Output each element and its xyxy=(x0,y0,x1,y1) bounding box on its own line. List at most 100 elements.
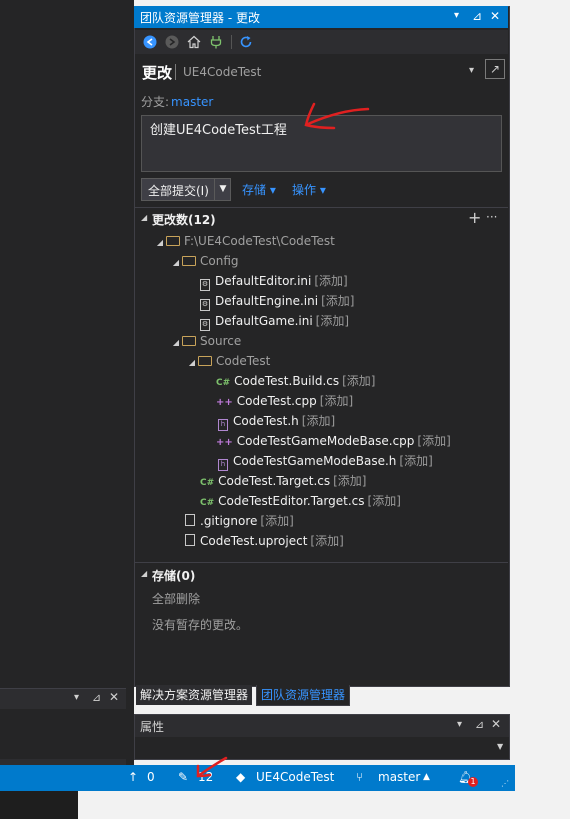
no-stash-message: 没有暂存的更改。 xyxy=(152,618,249,632)
folder-label: Source xyxy=(200,334,242,348)
file-status: [添加] xyxy=(301,414,336,428)
editor-bottom-strip xyxy=(0,791,78,819)
commit-message-text: 创建UE4CodeTest工程 xyxy=(150,123,287,138)
tab-solution-explorer[interactable]: 解决方案资源管理器 xyxy=(136,685,253,705)
push-icon[interactable]: ↑ xyxy=(128,770,138,784)
delete-all-stash-link[interactable]: 全部删除 xyxy=(152,590,200,607)
tool-window-tabs: 解决方案资源管理器 团队资源管理器 xyxy=(134,685,508,707)
more-icon[interactable]: ··· xyxy=(486,210,497,224)
home-icon[interactable] xyxy=(187,35,201,49)
annotation-arrow-icon xyxy=(196,756,228,778)
file-name: .gitignore xyxy=(200,514,258,528)
chevron-down-icon[interactable]: ▼ xyxy=(214,179,231,200)
file-name: DefaultEditor.ini xyxy=(215,274,312,288)
resize-grip-icon[interactable]: ⋰ xyxy=(501,779,509,788)
tree-file[interactable]: ⚙ DefaultEngine.ini [添加] xyxy=(198,291,354,311)
pin-icon[interactable]: ⊿ xyxy=(472,9,482,23)
left-editor-pane xyxy=(0,0,134,765)
expand-arrow-icon[interactable]: ◢ xyxy=(170,253,182,273)
chevron-down-icon[interactable]: ▼ xyxy=(497,742,503,751)
changes-header[interactable]: 更改数(12) xyxy=(152,211,216,228)
pin-icon[interactable]: ⊿ xyxy=(475,718,484,731)
tree-folder-source[interactable]: ◢ Source xyxy=(170,331,241,351)
back-arrow-icon[interactable] xyxy=(143,35,157,49)
tree-folder-codetest[interactable]: ◢ CodeTest xyxy=(186,351,270,371)
branch-icon[interactable]: ⑂ xyxy=(356,770,363,784)
left-tool-panel: ▾ ⊿ ✕ xyxy=(0,688,126,766)
tab-team-explorer[interactable]: 团队资源管理器 xyxy=(256,685,351,706)
collapse-arrow-icon[interactable]: ◢ xyxy=(141,213,147,222)
stash-header[interactable]: 存储(0) xyxy=(152,567,195,584)
tree-file[interactable]: ++ CodeTestGameModeBase.cpp [添加] xyxy=(216,431,451,451)
expand-arrow-icon[interactable]: ◢ xyxy=(186,353,198,373)
plus-icon[interactable]: + xyxy=(468,208,481,227)
status-repo-name[interactable]: UE4CodeTest xyxy=(256,770,334,784)
tree-file[interactable]: C# CodeTest.Target.cs [添加] xyxy=(200,471,367,491)
config-file-icon: ⚙ xyxy=(200,299,210,311)
branch-row: 分支: master xyxy=(141,93,213,110)
toolbar-separator xyxy=(231,35,232,49)
properties-title: 属性 xyxy=(140,720,165,734)
file-status: [添加] xyxy=(342,374,376,388)
folder-label: F:\UE4CodeTest\CodeTest xyxy=(184,234,335,248)
close-icon[interactable]: ✕ xyxy=(491,717,501,731)
window-menu-icon[interactable]: ▾ xyxy=(454,10,459,21)
actions-dropdown[interactable]: 操作 ▾ xyxy=(292,181,326,198)
undock-icon[interactable]: ↗ xyxy=(485,59,505,79)
close-icon[interactable]: ✕ xyxy=(109,690,119,704)
repo-icon[interactable]: ◆ xyxy=(236,770,245,784)
expand-arrow-icon[interactable]: ◢ xyxy=(154,233,166,253)
commit-all-label: 全部提交(I) xyxy=(148,184,209,198)
pencil-icon[interactable]: ✎ xyxy=(178,770,188,784)
file-name: CodeTest.Target.cs xyxy=(218,474,331,488)
tree-file[interactable]: .gitignore [添加] xyxy=(182,511,294,531)
chevron-up-icon[interactable]: ▲ xyxy=(423,772,430,782)
divider xyxy=(135,207,508,208)
push-count[interactable]: 0 xyxy=(147,770,155,784)
page-header: 更改 UE4CodeTest ▾ ↗ xyxy=(135,58,508,86)
status-branch-name[interactable]: master xyxy=(378,770,420,784)
notification-badge: 1 xyxy=(468,777,478,787)
tree-file[interactable]: C# CodeTestEditor.Target.cs [添加] xyxy=(200,491,401,511)
tree-file[interactable]: h CodeTestGameModeBase.h [添加] xyxy=(216,451,433,471)
branch-link[interactable]: master xyxy=(171,95,213,109)
panel-menu-icon[interactable]: ▾ xyxy=(74,692,79,703)
tree-file[interactable]: ⚙ DefaultGame.ini [添加] xyxy=(198,311,349,331)
tree-file[interactable]: CodeTest.uproject [添加] xyxy=(182,531,344,551)
window-title: 团队资源管理器 - 更改 xyxy=(140,11,260,25)
plug-icon[interactable] xyxy=(209,35,223,49)
stash-dropdown[interactable]: 存储 ▾ xyxy=(242,181,276,198)
collapse-arrow-icon[interactable]: ◢ xyxy=(141,569,147,578)
repo-name: UE4CodeTest xyxy=(183,65,262,79)
refresh-icon[interactable] xyxy=(239,35,253,49)
file-name: CodeTestGameModeBase.cpp xyxy=(236,434,415,448)
file-name: CodeTestGameModeBase.h xyxy=(233,454,397,468)
file-name: CodeTest.Build.cs xyxy=(234,374,340,388)
file-name: DefaultGame.ini xyxy=(215,314,313,328)
panel-menu-icon[interactable]: ▾ xyxy=(457,719,462,730)
folder-label: CodeTest xyxy=(216,354,271,368)
close-icon[interactable]: ✕ xyxy=(490,9,500,23)
file-status: [添加] xyxy=(315,314,350,328)
tree-file[interactable]: ⚙ DefaultEditor.ini [添加] xyxy=(198,271,348,291)
forward-arrow-icon[interactable] xyxy=(165,35,179,49)
cpp-file-icon: ++ xyxy=(216,437,233,448)
file-name: CodeTest.cpp xyxy=(236,394,317,408)
commit-all-button[interactable]: 全部提交(I) ▼ xyxy=(141,178,231,201)
pin-icon[interactable]: ⊿ xyxy=(92,691,101,704)
tree-file[interactable]: C# CodeTest.Build.cs [添加] xyxy=(216,371,375,391)
tree-file[interactable]: ++ CodeTest.cpp [添加] xyxy=(216,391,353,411)
tree-folder-root[interactable]: ◢ F:\UE4CodeTest\CodeTest xyxy=(154,231,335,251)
header-file-icon: h xyxy=(218,419,228,431)
tree-file[interactable]: h CodeTest.h [添加] xyxy=(216,411,335,431)
page-menu-icon[interactable]: ▾ xyxy=(469,65,474,76)
expand-arrow-icon[interactable]: ◢ xyxy=(170,333,182,353)
folder-icon xyxy=(182,256,196,266)
tree-folder-config[interactable]: ◢ Config xyxy=(170,251,239,271)
csharp-file-icon: C# xyxy=(200,478,215,488)
cpp-file-icon: ++ xyxy=(216,397,233,408)
team-explorer-toolbar xyxy=(135,30,508,54)
file-icon xyxy=(185,534,195,546)
file-name: CodeTest.h xyxy=(233,414,299,428)
file-name: CodeTest.uproject xyxy=(200,534,308,548)
